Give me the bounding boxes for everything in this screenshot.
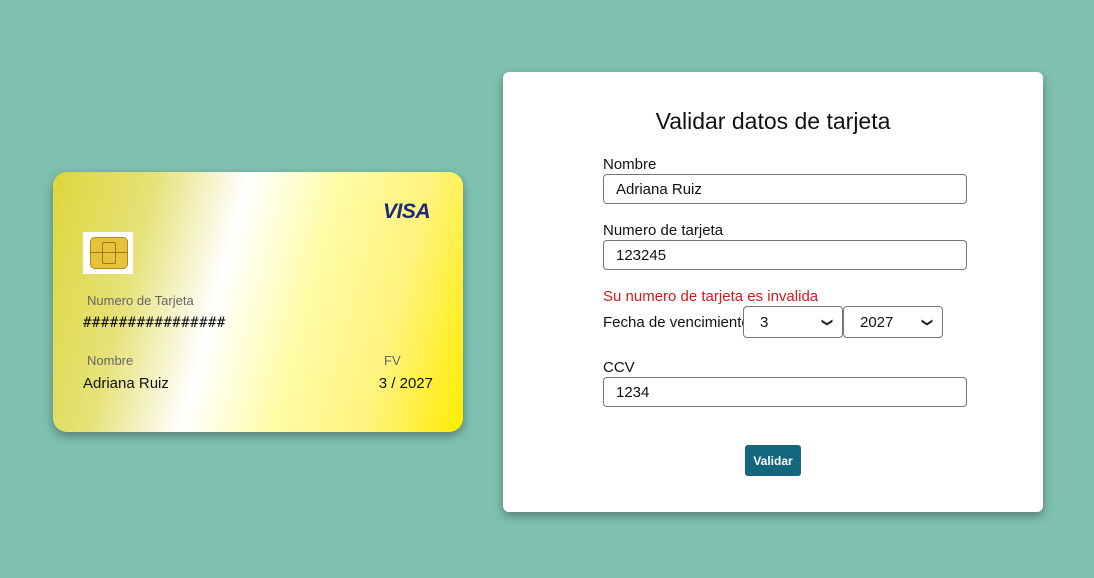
chevron-down-icon: ❯ — [820, 317, 833, 327]
ccv-input[interactable] — [603, 377, 967, 407]
ccv-label: CCV — [603, 359, 635, 376]
error-message: Su numero de tarjeta es invalida — [603, 288, 819, 305]
form-title: Validar datos de tarjeta — [655, 108, 891, 134]
name-label: Nombre — [603, 156, 657, 173]
card-name-label: Nombre — [87, 353, 134, 368]
expiry-label: Fecha de vencimiento — [603, 314, 750, 331]
chip-icon — [83, 232, 133, 274]
chevron-down-icon: ❯ — [920, 317, 933, 327]
card-name-value: Adriana Ruiz — [83, 375, 169, 392]
month-select-value: 3 — [760, 313, 769, 331]
card-number-label: Numero de Tarjeta — [87, 293, 194, 308]
month-select[interactable]: 3 ❯ — [743, 306, 843, 338]
card-number-input[interactable] — [603, 240, 967, 270]
name-input[interactable] — [603, 174, 967, 204]
validation-form: Validar datos de tarjeta Nombre Numero d… — [503, 72, 1043, 512]
card-expiry-value: 3 / 2027 — [378, 375, 433, 392]
credit-card-preview: VISA Numero de Tarjeta ################ … — [53, 172, 463, 432]
validate-button[interactable]: Validar — [745, 445, 801, 476]
year-select[interactable]: 2027 ❯ — [843, 306, 943, 338]
visa-logo: VISA — [382, 200, 431, 223]
card-expiry-label: FV — [384, 353, 401, 368]
year-select-value: 2027 — [860, 313, 894, 331]
card-number-value: ################ — [83, 315, 226, 331]
card-number-field-label: Numero de tarjeta — [603, 222, 724, 239]
